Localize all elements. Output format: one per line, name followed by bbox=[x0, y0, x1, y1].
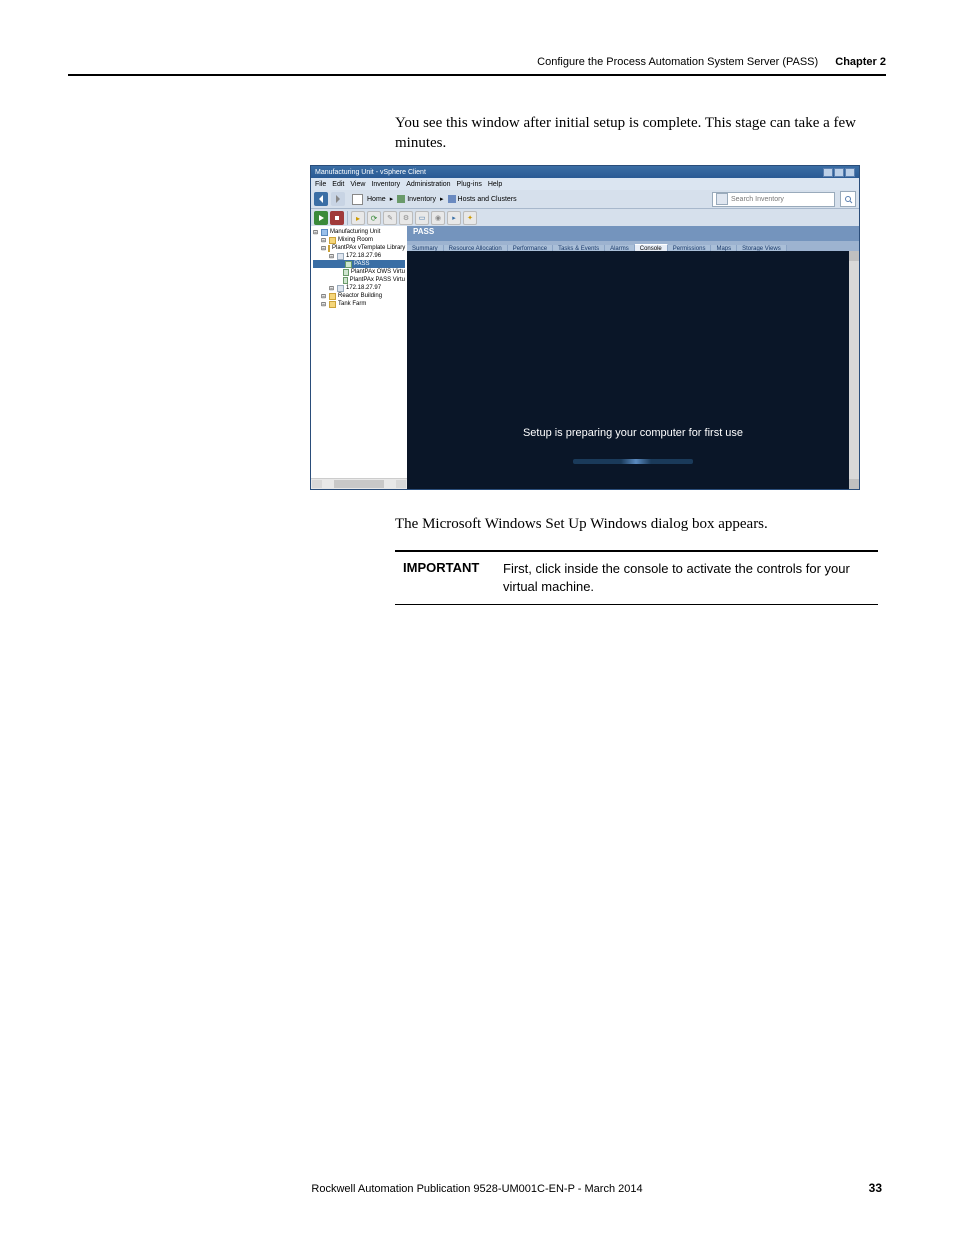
vsphere-window: Manufacturing Unit - vSphere Client File… bbox=[310, 165, 860, 490]
inventory-tree[interactable]: ⊟ Manufacturing Unit ⊟Mixing Room⊟PlantP… bbox=[311, 226, 407, 489]
main-panel-title: PASS bbox=[407, 226, 859, 241]
vm-icon bbox=[343, 277, 348, 284]
important-label: IMPORTANT bbox=[395, 560, 503, 596]
intro-paragraph: You see this window after initial setup … bbox=[395, 113, 878, 154]
menu-inventory[interactable]: Inventory bbox=[371, 181, 400, 188]
menu-administration[interactable]: Administration bbox=[406, 181, 450, 188]
suspend-button[interactable]: ▸ bbox=[351, 211, 365, 225]
host-icon bbox=[337, 285, 344, 292]
host-icon bbox=[337, 253, 344, 260]
tree-item-label: PlantPAx vTemplate Library bbox=[332, 245, 405, 251]
nav-toolbar: Home ▸ Inventory ▸ Hosts and Clusters Se… bbox=[311, 190, 859, 209]
search-input[interactable]: Search Inventory bbox=[712, 192, 835, 207]
window-title: Manufacturing Unit - vSphere Client bbox=[315, 169, 426, 176]
menu-plugins[interactable]: Plug-ins bbox=[457, 181, 482, 188]
snapshot-button[interactable]: ✎ bbox=[383, 211, 397, 225]
toolbar-separator bbox=[347, 211, 348, 225]
important-message: First, click inside the console to activ… bbox=[503, 560, 878, 596]
crumb-home[interactable]: Home bbox=[367, 196, 386, 203]
vscroll-down-arrow[interactable] bbox=[849, 479, 859, 489]
menu-file[interactable]: File bbox=[315, 181, 326, 188]
tree-item[interactable]: ⊟172.18.27.96 bbox=[313, 252, 405, 260]
reset-button[interactable]: ⟳ bbox=[367, 211, 381, 225]
crumb-sep: ▸ bbox=[390, 195, 394, 203]
important-callout: IMPORTANT First, click inside the consol… bbox=[395, 550, 878, 605]
hosts-icon bbox=[448, 195, 456, 203]
tree-item-label: Reactor Building bbox=[338, 293, 382, 299]
header-rule bbox=[68, 74, 886, 76]
breadcrumb: Home ▸ Inventory ▸ Hosts and Clusters bbox=[352, 194, 709, 205]
tree-root-label: Manufacturing Unit bbox=[330, 229, 380, 235]
tree-item[interactable]: PlantPAx OWS Virtu bbox=[313, 268, 405, 276]
menu-help[interactable]: Help bbox=[488, 181, 502, 188]
scroll-thumb[interactable] bbox=[334, 480, 384, 488]
datacenter-icon bbox=[321, 229, 328, 236]
folder-icon bbox=[328, 245, 330, 252]
tree-item-label: PlantPAx PASS Virtu bbox=[350, 277, 405, 283]
nav-back-button[interactable] bbox=[314, 192, 328, 206]
tree-root[interactable]: ⊟ Manufacturing Unit bbox=[313, 228, 405, 236]
menu-edit[interactable]: Edit bbox=[332, 181, 344, 188]
vm-console[interactable]: Setup is preparing your computer for fir… bbox=[407, 251, 859, 489]
console-vscrollbar[interactable] bbox=[849, 251, 859, 489]
scroll-left-arrow[interactable] bbox=[312, 480, 322, 488]
tree-item[interactable]: PlantPAx PASS Virtu bbox=[313, 276, 405, 284]
tree-item[interactable]: PASS bbox=[313, 260, 405, 268]
content-area: ⊟ Manufacturing Unit ⊟Mixing Room⊟PlantP… bbox=[311, 226, 859, 489]
edit-settings-button[interactable]: ⚙ bbox=[399, 211, 413, 225]
cd-button[interactable]: ◉ bbox=[431, 211, 445, 225]
tree-item[interactable]: ⊟172.18.27.97 bbox=[313, 284, 405, 292]
chapter-label: Chapter 2 bbox=[835, 56, 886, 68]
search-filter-icon bbox=[716, 193, 728, 205]
floppy-button[interactable]: ▸ bbox=[447, 211, 461, 225]
crumb-sep-2: ▸ bbox=[440, 195, 444, 203]
search-placeholder: Search Inventory bbox=[731, 196, 831, 203]
tree-item-label: 172.18.27.96 bbox=[346, 253, 381, 259]
maximize-button[interactable] bbox=[834, 168, 844, 177]
tree-item-label: PlantPAx OWS Virtu bbox=[351, 269, 405, 275]
search-button[interactable] bbox=[840, 191, 856, 207]
vscroll-up-arrow[interactable] bbox=[849, 251, 859, 261]
folder-icon bbox=[329, 301, 336, 308]
callout-rule-bottom bbox=[395, 604, 878, 605]
tree-item-label: PASS bbox=[354, 261, 370, 267]
tree-item[interactable]: ⊟PlantPAx vTemplate Library bbox=[313, 244, 405, 252]
console-message: Setup is preparing your computer for fir… bbox=[523, 427, 743, 439]
tree-item-label: 172.18.27.97 bbox=[346, 285, 381, 291]
folder-icon bbox=[329, 293, 336, 300]
tree-scrollbar[interactable] bbox=[311, 478, 407, 489]
tree-item-label: Mixing Room bbox=[338, 237, 373, 243]
main-panel: PASS SummaryResource AllocationPerforman… bbox=[407, 226, 859, 489]
power-off-button[interactable] bbox=[330, 211, 344, 225]
inventory-icon bbox=[397, 195, 405, 203]
tree-item[interactable]: ⊟Mixing Room bbox=[313, 236, 405, 244]
after-paragraph: The Microsoft Windows Set Up Windows dia… bbox=[395, 514, 878, 534]
footer-publication: Rockwell Automation Publication 9528-UM0… bbox=[0, 1183, 954, 1195]
home-icon[interactable] bbox=[352, 194, 363, 205]
window-titlebar: Manufacturing Unit - vSphere Client bbox=[311, 166, 859, 178]
page-number: 33 bbox=[869, 1181, 882, 1195]
minimize-button[interactable] bbox=[823, 168, 833, 177]
crumb-inventory[interactable]: Inventory bbox=[407, 196, 436, 203]
vm-icon bbox=[343, 269, 349, 276]
nav-forward-button[interactable] bbox=[331, 192, 345, 206]
section-title: Configure the Process Automation System … bbox=[537, 56, 818, 68]
tree-item[interactable]: ⊟Tank Farm bbox=[313, 300, 405, 308]
folder-icon bbox=[329, 237, 336, 244]
tree-item[interactable]: ⊟Reactor Building bbox=[313, 292, 405, 300]
tree-item-label: Tank Farm bbox=[338, 301, 366, 307]
console-button[interactable]: ▭ bbox=[415, 211, 429, 225]
crumb-hosts[interactable]: Hosts and Clusters bbox=[458, 196, 517, 203]
network-button[interactable]: ✦ bbox=[463, 211, 477, 225]
scroll-right-arrow[interactable] bbox=[396, 480, 406, 488]
menu-view[interactable]: View bbox=[350, 181, 365, 188]
close-button[interactable] bbox=[845, 168, 855, 177]
menubar: File Edit View Inventory Administration … bbox=[311, 178, 859, 190]
power-on-button[interactable] bbox=[314, 211, 328, 225]
vm-icon bbox=[345, 261, 352, 268]
page-header: Configure the Process Automation System … bbox=[537, 56, 886, 68]
progress-bar bbox=[573, 459, 693, 464]
